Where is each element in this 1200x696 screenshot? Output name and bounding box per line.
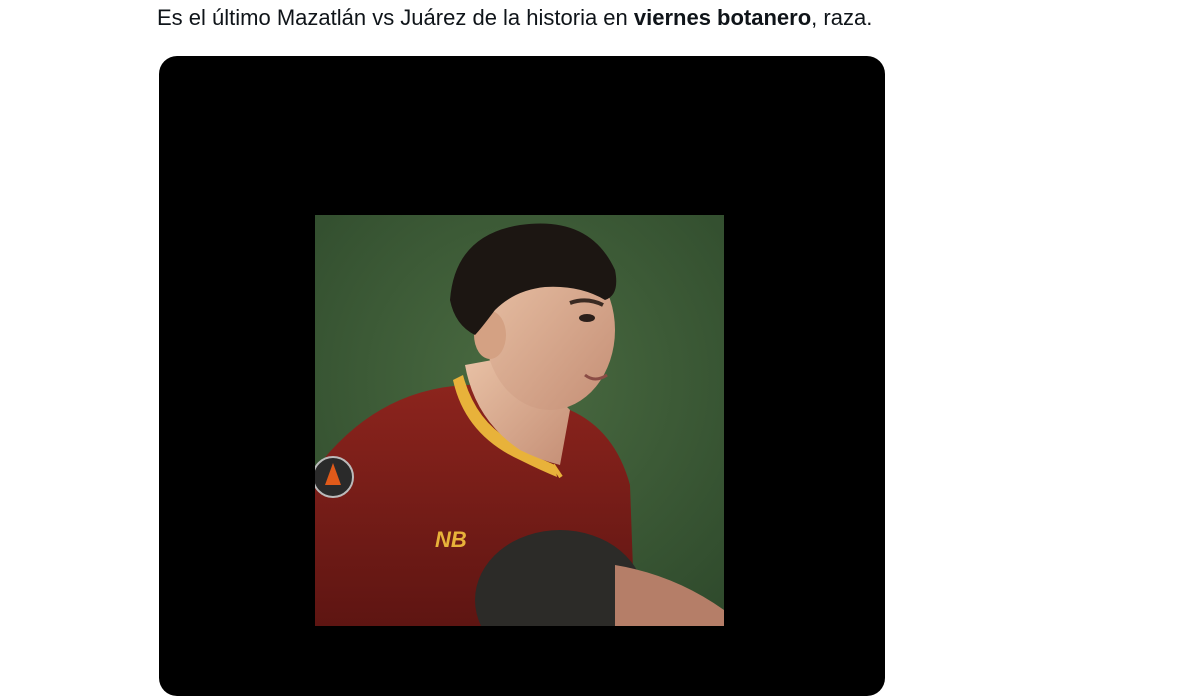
video-frame[interactable]: NB bbox=[315, 215, 724, 626]
tweet-text-part2: , raza. bbox=[811, 5, 873, 30]
video-still: NB bbox=[315, 215, 724, 626]
tweet-text: Es el último Mazatlán vs Juárez de la hi… bbox=[157, 2, 872, 34]
media-card[interactable]: NB bbox=[159, 56, 885, 696]
tweet-text-bold: viernes botanero bbox=[633, 5, 812, 30]
jersey-brand: NB bbox=[435, 527, 467, 552]
tweet-text-part1: Es el último Mazatlán vs Juárez de la hi… bbox=[157, 5, 634, 30]
